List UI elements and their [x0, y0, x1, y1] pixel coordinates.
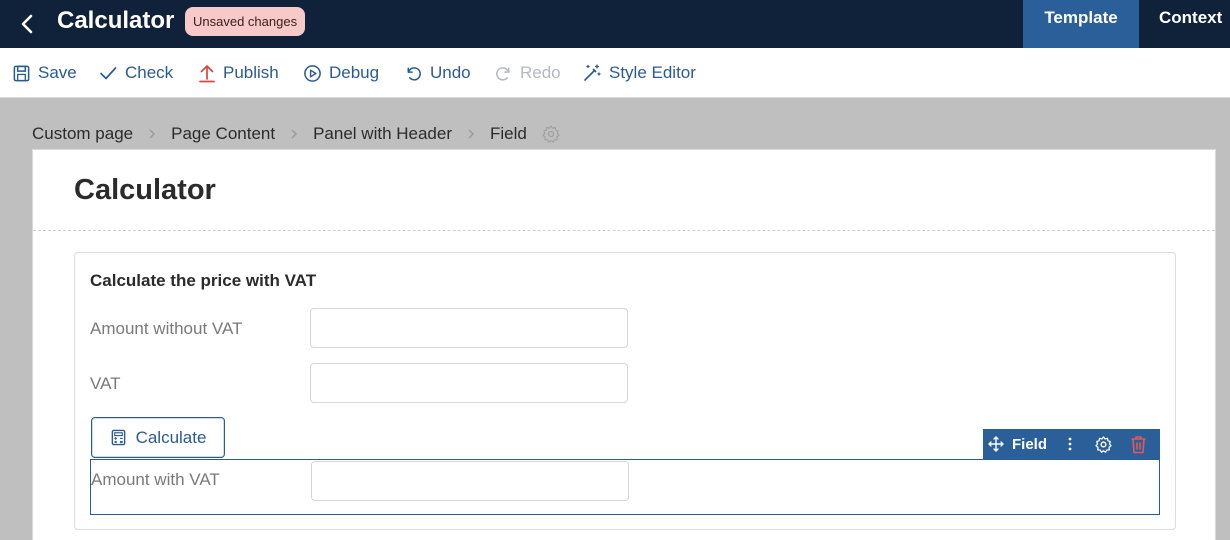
toolbar: Save Check Publish Debug Undo Redo Style… [0, 48, 1230, 98]
save-label: Save [38, 63, 77, 82]
gear-icon[interactable] [541, 124, 561, 144]
breadcrumb-custom-page[interactable]: Custom page [32, 124, 133, 144]
amount-with-vat-input[interactable] [311, 461, 629, 501]
publish-button[interactable]: Publish [198, 62, 279, 84]
debug-label: Debug [329, 63, 380, 82]
breadcrumb: Custom page Page Content Panel with Head… [32, 122, 561, 146]
amount-without-vat-input[interactable] [310, 308, 628, 348]
breadcrumb-field[interactable]: Field [490, 124, 527, 144]
debug-button[interactable]: Debug [303, 62, 379, 84]
breadcrumb-panel-with-header[interactable]: Panel with Header [313, 124, 452, 144]
settings-gear-icon[interactable] [1094, 435, 1113, 454]
magic-wand-icon [584, 64, 601, 81]
header-divider [33, 230, 1215, 231]
debug-play-icon [304, 64, 321, 82]
more-vertical-icon[interactable] [1067, 436, 1073, 452]
move-icon[interactable] [988, 436, 1004, 452]
check-icon [100, 67, 117, 80]
redo-label: Redo [520, 63, 561, 82]
check-label: Check [125, 63, 174, 82]
undo-icon [407, 66, 421, 81]
tab-template[interactable]: Template [1023, 0, 1139, 48]
undo-button[interactable]: Undo [404, 62, 471, 84]
back-icon[interactable] [14, 10, 42, 38]
style-editor-label: Style Editor [609, 63, 696, 82]
tab-context[interactable]: Context [1139, 0, 1230, 48]
app-title: Calculator [57, 7, 175, 34]
selected-field[interactable]: Amount with VAT [90, 459, 1160, 515]
calculate-label: Calculate [135, 427, 207, 447]
panel-with-header[interactable]: Calculate the price with VAT Amount with… [74, 252, 1176, 530]
page-canvas: Calculator Calculate the price with VAT … [32, 149, 1216, 540]
top-bar: Calculator Unsaved changes Template Cont… [0, 0, 1230, 48]
undo-label: Undo [430, 63, 471, 82]
chevron-right-icon [289, 128, 299, 140]
vat-input[interactable] [310, 363, 628, 403]
publish-icon [199, 65, 215, 83]
panel-header: Calculate the price with VAT [90, 271, 317, 290]
chevron-right-icon [147, 128, 157, 140]
amount-without-vat-label: Amount without VAT [90, 319, 243, 338]
check-button[interactable]: Check [98, 62, 173, 84]
breadcrumb-page-content[interactable]: Page Content [171, 124, 275, 144]
calculate-button[interactable]: Calculate [91, 417, 225, 458]
calculator-icon [111, 429, 125, 446]
chevron-right-icon [466, 128, 476, 140]
page-title: Calculator [74, 174, 216, 206]
save-button[interactable]: Save [12, 62, 77, 84]
redo-button[interactable]: Redo [494, 62, 561, 84]
publish-label: Publish [223, 63, 279, 82]
amount-with-vat-label: Amount with VAT [91, 470, 220, 489]
delete-trash-icon[interactable] [1130, 435, 1147, 454]
vat-label: VAT [90, 374, 121, 393]
field-toolbar: Field [983, 429, 1160, 459]
field-toolbar-label: Field [1012, 435, 1048, 453]
save-icon [13, 65, 30, 81]
style-editor-button[interactable]: Style Editor [582, 62, 696, 84]
redo-icon [496, 66, 510, 81]
unsaved-badge: Unsaved changes [185, 7, 306, 36]
